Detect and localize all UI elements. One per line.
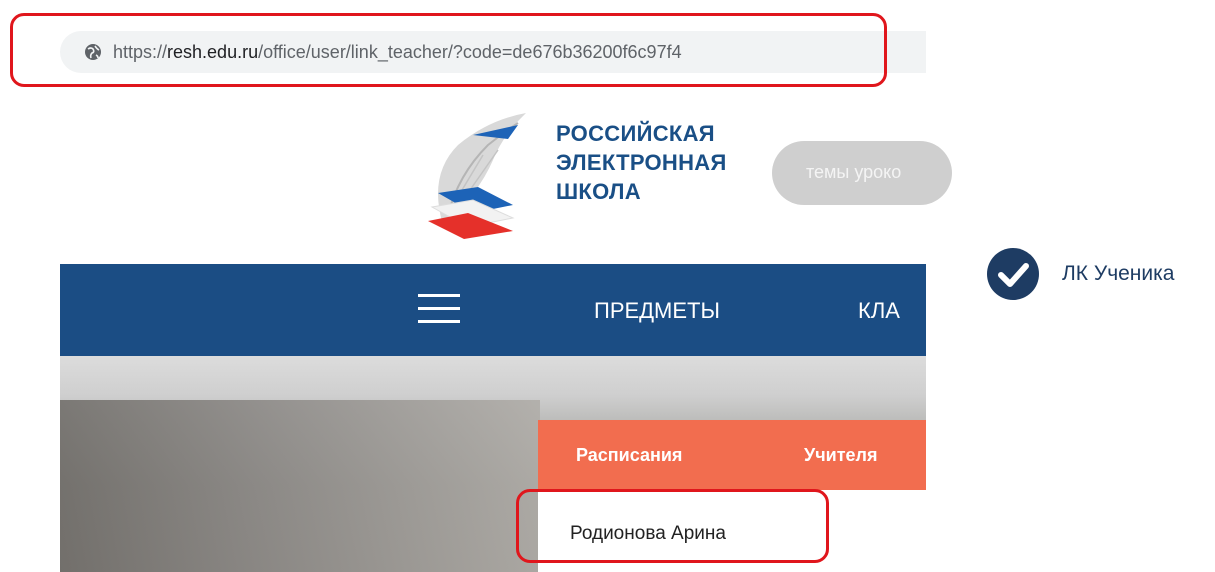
search-placeholder: темы уроко xyxy=(806,162,902,182)
checkmark-icon xyxy=(987,248,1039,300)
logo-line-2: ЭЛЕКТРОННАЯ xyxy=(556,150,727,175)
main-nav xyxy=(60,264,926,356)
tab-teachers[interactable]: Учителя xyxy=(804,445,877,466)
hamburger-menu-icon[interactable] xyxy=(418,294,460,326)
nav-item-subjects[interactable]: ПРЕДМЕТЫ xyxy=(594,298,720,324)
resh-logo-icon xyxy=(428,113,526,239)
tab-schedules[interactable]: Расписания xyxy=(576,445,682,466)
logo-title: РОССИЙСКАЯ ЭЛЕКТРОННАЯ ШКОЛА xyxy=(556,119,727,206)
student-account-label: ЛК Ученика xyxy=(1062,262,1175,285)
hero-shade xyxy=(60,400,540,572)
logo-line-1: РОССИЙСКАЯ xyxy=(556,121,715,146)
nav-item-classes[interactable]: КЛА xyxy=(858,298,900,324)
logo-line-3: ШКОЛА xyxy=(556,179,641,204)
url-highlight-frame xyxy=(10,13,887,87)
student-highlight-frame xyxy=(516,489,829,563)
